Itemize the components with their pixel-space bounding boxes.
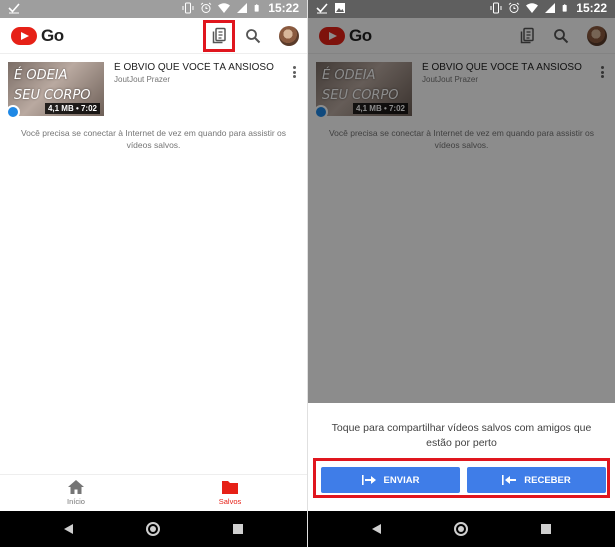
folder-icon [222, 481, 238, 494]
send-button-label: ENVIAR [383, 474, 420, 486]
modal-scrim[interactable] [308, 18, 615, 403]
system-nav-bar [308, 511, 615, 547]
home-circle-icon[interactable] [146, 522, 160, 536]
system-nav-bar [0, 511, 307, 547]
avatar[interactable] [279, 26, 299, 46]
share-sheet-text: Toque para compartilhar vídeos salvos co… [331, 422, 592, 449]
video-meta: 4,1 MB • 7:02 [44, 103, 100, 114]
alarm-icon [200, 2, 212, 13]
bottom-nav: Início Salvos [0, 474, 307, 510]
share-nearby-button[interactable] [203, 20, 235, 52]
status-bar: 15:22 [0, 0, 307, 18]
battery-icon [254, 4, 259, 12]
search-icon [246, 29, 261, 44]
more-vert-icon[interactable] [288, 64, 300, 80]
battery-icon [562, 4, 567, 12]
phone-screen-right: 15:22 Go É ODEIA SEU CORPO 4,1 MB • 7:02… [308, 0, 615, 547]
nav-item-home[interactable]: Início [46, 479, 106, 506]
alarm-icon [508, 2, 520, 13]
youtube-go-logo: Go [11, 26, 64, 46]
video-channel: JoutJout Prazer [114, 75, 171, 84]
recents-icon[interactable] [233, 524, 243, 534]
check-icon [8, 3, 20, 14]
thumbnail-text-line1: É ODEIA [14, 68, 68, 83]
nav-item-label: Início [67, 497, 85, 506]
wifi-icon [218, 3, 231, 13]
share-buttons-highlight: ENVIAR RECEBER [313, 458, 610, 498]
send-icon [361, 475, 376, 485]
vibrate-icon [490, 2, 502, 14]
list-item[interactable]: É ODEIA SEU CORPO 4,1 MB • 7:02 É OBVIO … [6, 62, 300, 119]
app-name: Go [41, 26, 64, 45]
receive-icon [502, 475, 517, 485]
status-time: 15:22 [268, 1, 299, 15]
signal-icon [545, 3, 556, 13]
wifi-icon [526, 3, 539, 13]
receive-button[interactable]: RECEBER [467, 467, 606, 493]
back-icon[interactable] [64, 524, 73, 534]
vibrate-icon [182, 2, 194, 14]
home-circle-icon[interactable] [454, 522, 468, 536]
offline-message: Você precisa se conectar à Internet de v… [20, 128, 287, 150]
share-sheet: Toque para compartilhar vídeos salvos co… [308, 403, 615, 511]
video-thumbnail[interactable]: É ODEIA SEU CORPO 4,1 MB • 7:02 [8, 62, 104, 116]
app-bar: Go [0, 18, 307, 54]
status-time: 15:22 [576, 1, 607, 15]
nav-item-saved[interactable]: Salvos [200, 479, 260, 506]
share-icon [212, 27, 226, 44]
play-logo-icon [11, 27, 37, 45]
home-icon [68, 480, 84, 494]
back-icon[interactable] [372, 524, 381, 534]
receive-button-label: RECEBER [524, 474, 571, 486]
recents-icon[interactable] [541, 524, 551, 534]
saved-check-badge-icon [6, 105, 20, 119]
phone-screen-left: 15:22 Go É ODEIA SEU CORPO 4,1 MB • 7:02… [0, 0, 307, 547]
signal-icon [237, 3, 248, 13]
search-button[interactable] [241, 24, 265, 48]
image-icon [335, 3, 345, 13]
send-button[interactable]: ENVIAR [321, 467, 460, 493]
status-bar: 15:22 [308, 0, 615, 18]
video-title: É OBVIO QUE VOCÊ TÁ ANSIOSO [114, 62, 274, 73]
nav-item-label: Salvos [218, 497, 242, 506]
check-icon [316, 3, 328, 14]
